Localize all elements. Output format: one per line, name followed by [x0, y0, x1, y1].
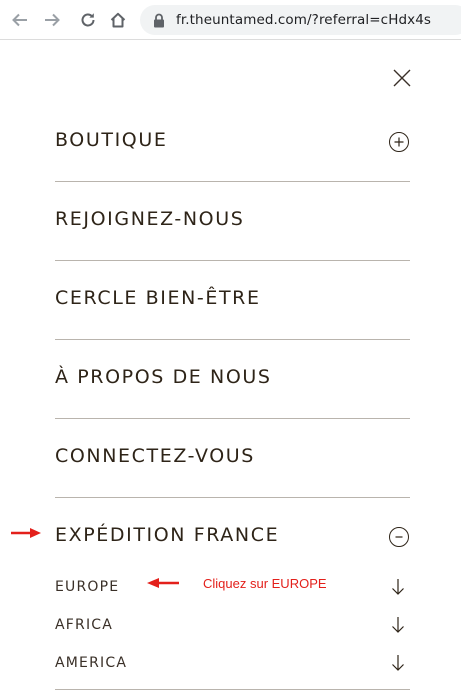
menu-item-label: EXPÉDITION FRANCE: [55, 524, 280, 546]
menu-item-rejoignez-nous[interactable]: REJOIGNEZ-NOUS: [55, 182, 410, 261]
menu-item-cercle-bien-etre[interactable]: CERCLE BIEN-ÊTRE: [55, 261, 410, 340]
menu-item-connectez-vous[interactable]: CONNECTEZ-VOUS: [55, 419, 410, 498]
shipping-option-label: AFRICA: [55, 617, 114, 633]
menu-item-label: CERCLE BIEN-ÊTRE: [55, 287, 261, 309]
forward-button[interactable]: [41, 9, 63, 31]
menu-item-label: BOUTIQUE: [55, 129, 168, 151]
minus-circle-icon[interactable]: [389, 527, 409, 547]
arrow-down-icon: [392, 617, 404, 633]
shipping-option-label: AMERICA: [55, 655, 128, 671]
arrow-down-icon: [392, 579, 404, 595]
arrow-down-icon: [392, 655, 404, 671]
annotation-text: Cliquez sur EUROPE: [203, 576, 327, 591]
menu-item-a-propos[interactable]: À PROPOS DE NOUS: [55, 340, 410, 419]
reload-button[interactable]: [77, 9, 99, 31]
red-arrow-right-icon: [11, 528, 41, 538]
url-text: fr.theuntamed.com/?referral=cHdx4s: [176, 12, 432, 28]
red-arrow-left-icon: [147, 578, 179, 588]
close-menu-button[interactable]: [391, 67, 413, 89]
back-button[interactable]: [9, 9, 31, 31]
arrow-right-icon: [45, 13, 60, 27]
divider: [55, 689, 410, 690]
home-button[interactable]: [107, 9, 129, 31]
menu-item-label: À PROPOS DE NOUS: [55, 366, 272, 388]
menu-item-label: CONNECTEZ-VOUS: [55, 445, 255, 467]
plus-circle-icon[interactable]: [389, 132, 409, 152]
home-icon: [110, 12, 126, 28]
reload-icon: [81, 13, 95, 27]
menu-item-label: REJOIGNEZ-NOUS: [55, 208, 245, 230]
shipping-option-africa[interactable]: AFRICA: [55, 611, 410, 641]
lock-icon[interactable]: [152, 12, 166, 28]
menu-item-expedition-france[interactable]: EXPÉDITION FRANCE: [55, 498, 410, 577]
arrow-left-icon: [12, 13, 27, 27]
close-icon: [393, 69, 411, 87]
address-bar[interactable]: fr.theuntamed.com/?referral=cHdx4s: [140, 5, 461, 35]
shipping-option-label: EUROPE: [55, 579, 120, 595]
shipping-option-america[interactable]: AMERICA: [55, 649, 410, 679]
browser-toolbar: fr.theuntamed.com/?referral=cHdx4s: [0, 0, 461, 40]
menu-item-boutique[interactable]: BOUTIQUE: [55, 103, 410, 182]
